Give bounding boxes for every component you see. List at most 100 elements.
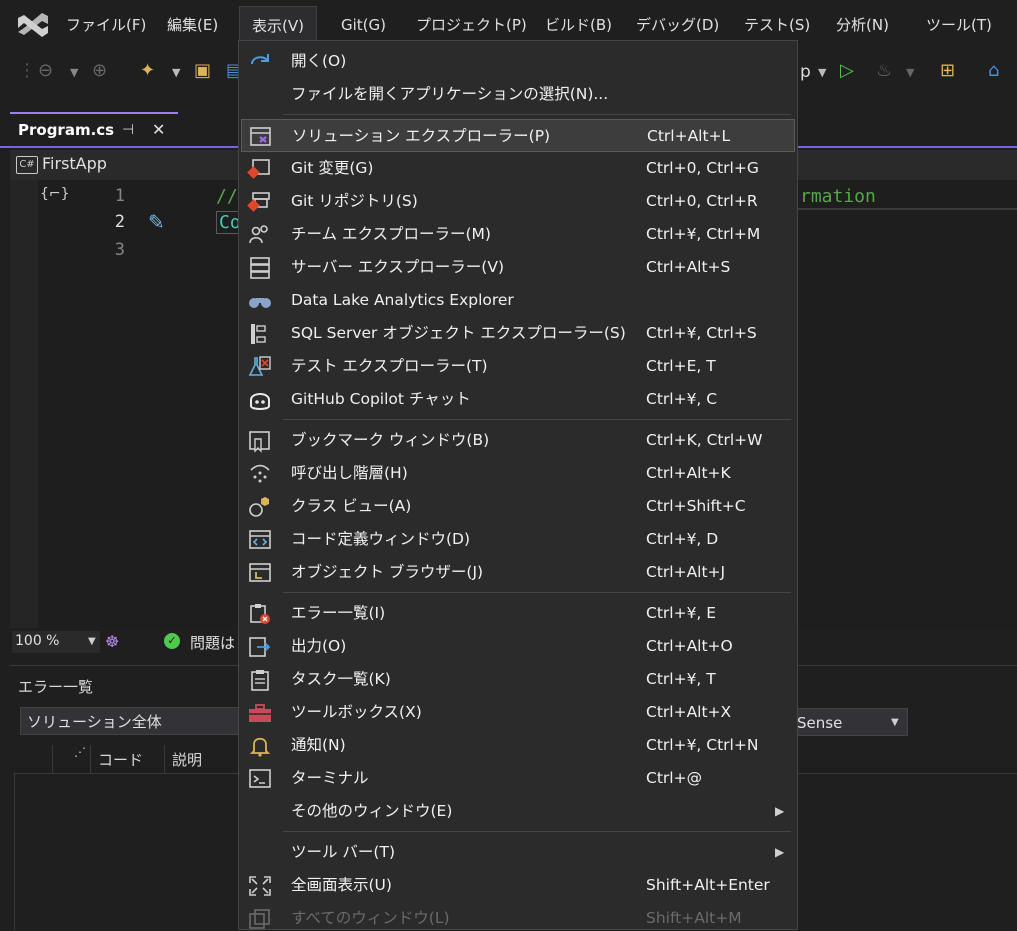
tab-title: Program.cs [18, 121, 115, 139]
menu-item[interactable]: SQL Server オブジェクト エクスプローラー(S) Ctrl+¥, Ctr… [241, 317, 795, 350]
binoculars-icon [247, 289, 273, 313]
back-dropdown-icon[interactable]: ▼ [70, 66, 78, 79]
menu-item[interactable]: コード定義ウィンドウ(D) Ctrl+¥, D [241, 523, 795, 556]
menu-item-shortcut: Ctrl+Shift+C [646, 497, 746, 515]
menu-file[interactable]: ファイル(F) [54, 6, 158, 44]
menu-item[interactable]: 全画面表示(U) Shift+Alt+Enter [241, 869, 795, 902]
menu-item-shortcut: Ctrl+Alt+X [646, 703, 732, 721]
menu-item-label: コード定義ウィンドウ(D) [291, 530, 471, 548]
run-target-label[interactable]: p [800, 62, 811, 82]
menu-item[interactable]: ツール バー(T) ▶ [241, 836, 795, 869]
menu-item-shortcut: Ctrl+Alt+S [646, 258, 731, 276]
run-target-dropdown-icon[interactable]: ▼ [818, 66, 826, 79]
hot-reload-icon[interactable]: ♨ [876, 60, 892, 81]
error-list-title: エラー一覧 [18, 678, 94, 696]
menu-item[interactable]: ターミナル Ctrl+@ [241, 762, 795, 795]
menu-item-shortcut: Ctrl+K, Ctrl+W [646, 431, 763, 449]
menu-analyze[interactable]: 分析(N) [824, 6, 901, 44]
menu-item-label: 通知(N) [291, 736, 346, 754]
menu-edit[interactable]: 編集(E) [155, 6, 230, 44]
error-list-icon [247, 602, 273, 626]
column-divider [90, 745, 91, 773]
menu-item-shortcut: Ctrl+¥, D [646, 530, 719, 548]
menu-item[interactable]: その他のウィンドウ(E) ▶ [241, 795, 795, 828]
menu-item[interactable]: ツールボックス(X) Ctrl+Alt+X [241, 696, 795, 729]
scope-icon: {⌐} [40, 186, 70, 202]
menu-item-label: ブックマーク ウィンドウ(B) [291, 431, 490, 449]
current-line-border [798, 208, 1017, 210]
column-code[interactable]: コード [98, 749, 143, 770]
zoom-dropdown-icon: ▼ [88, 636, 96, 647]
tab-program-cs[interactable]: Program.cs ⊣ ✕ [10, 112, 178, 148]
menu-item[interactable]: チーム エクスプローラー(M) Ctrl+¥, Ctrl+M [241, 218, 795, 251]
home-icon[interactable]: ⌂ [988, 60, 999, 81]
intellicode-icon[interactable]: ☸ [105, 632, 119, 651]
column-filter-icon[interactable]: ⋰ [74, 745, 86, 759]
menu-item[interactable]: Data Lake Analytics Explorer [241, 284, 795, 317]
menu-item-shortcut: Ctrl+Alt+J [646, 563, 726, 581]
menu-test[interactable]: テスト(S) [732, 6, 822, 44]
find-in-files-icon[interactable]: ⊞ [940, 60, 955, 81]
test-explorer-icon [247, 355, 273, 379]
menu-item-label: GitHub Copilot チャット [291, 390, 471, 408]
menu-item-shortcut: Ctrl+0, Ctrl+R [646, 192, 758, 210]
issues-status-text[interactable]: 問題は [190, 632, 235, 653]
menu-tools[interactable]: ツール(T) [914, 6, 1004, 44]
menu-item-shortcut: Ctrl+¥, T [646, 670, 716, 688]
menu-item-shortcut: Ctrl+¥, Ctrl+N [646, 736, 759, 754]
zoom-combo[interactable]: 100 % ▼ [12, 631, 100, 653]
sql-object-explorer-icon [247, 322, 273, 346]
new-item-icon[interactable]: ✦ [140, 60, 155, 81]
back-icon[interactable]: ⊖ [38, 60, 53, 81]
new-item-dropdown-icon[interactable]: ▼ [172, 66, 180, 79]
bell-icon [247, 734, 273, 758]
menu-item-shortcut: Ctrl+¥, C [646, 390, 718, 408]
menu-build[interactable]: ビルド(B) [533, 6, 624, 44]
menu-item-shortcut: Ctrl+0, Ctrl+G [646, 159, 759, 177]
menu-item-label: ソリューション エクスプローラー(P) [292, 127, 551, 145]
open-folder-icon[interactable]: ▣ [194, 60, 211, 81]
error-scope-combo[interactable]: ソリューション全体 [20, 707, 248, 735]
menu-item[interactable]: オブジェクト ブラウザー(J) Ctrl+Alt+J [241, 556, 795, 589]
column-divider [52, 745, 53, 773]
menu-item[interactable]: GitHub Copilot チャット Ctrl+¥, C [241, 383, 795, 416]
close-icon[interactable]: ✕ [152, 120, 165, 139]
run-icon[interactable]: ▷ [840, 60, 854, 81]
menu-item-shortcut: Ctrl+¥, Ctrl+M [646, 225, 761, 243]
menu-item[interactable]: Git 変更(G) Ctrl+0, Ctrl+G [241, 152, 795, 185]
grid-left-border [14, 773, 15, 930]
menu-project[interactable]: プロジェクト(P) [404, 6, 539, 44]
menu-item-label: 呼び出し階層(H) [291, 464, 408, 482]
menu-item[interactable]: ブックマーク ウィンドウ(B) Ctrl+K, Ctrl+W [241, 424, 795, 457]
column-description[interactable]: 説明 [172, 749, 202, 770]
menu-item[interactable]: ソリューション エクスプローラー(P) Ctrl+Alt+L [241, 119, 795, 152]
menu-item[interactable]: ファイルを開くアプリケーションの選択(N)... [241, 78, 795, 111]
nav-project-name[interactable]: FirstApp [42, 154, 107, 173]
code-line1-comment-end: rmation [800, 186, 876, 207]
forward-icon[interactable]: ⊕ [92, 60, 107, 81]
error-source-combo[interactable]: Sense ▼ [790, 708, 908, 736]
menu-item[interactable]: 通知(N) Ctrl+¥, Ctrl+N [241, 729, 795, 762]
menu-debug[interactable]: デバッグ(D) [624, 6, 731, 44]
pin-icon[interactable]: ⊣ [122, 122, 134, 138]
submenu-arrow-icon: ▶ [775, 804, 785, 818]
error-source-dropdown-icon: ▼ [891, 717, 899, 728]
menu-item[interactable]: タスク一覧(K) Ctrl+¥, T [241, 663, 795, 696]
hot-reload-dropdown-icon[interactable]: ▼ [906, 66, 914, 79]
menu-git[interactable]: Git(G) [329, 6, 398, 44]
menu-item[interactable]: 開く(O) [241, 45, 795, 78]
bookmark-window-icon [247, 429, 273, 453]
menu-item[interactable]: テスト エクスプローラー(T) Ctrl+E, T [241, 350, 795, 383]
menu-item[interactable]: 出力(O) Ctrl+Alt+O [241, 630, 795, 663]
visual-studio-logo-icon[interactable] [16, 10, 50, 40]
menu-separator [283, 114, 791, 115]
quick-actions-screwdriver-icon[interactable]: ✎ [148, 210, 165, 234]
menu-item[interactable]: クラス ビュー(A) Ctrl+Shift+C [241, 490, 795, 523]
menu-item-label: チーム エクスプローラー(M) [291, 225, 491, 243]
menu-item[interactable]: サーバー エクスプローラー(V) Ctrl+Alt+S [241, 251, 795, 284]
menu-item[interactable]: 呼び出し階層(H) Ctrl+Alt+K [241, 457, 795, 490]
column-divider [164, 745, 165, 773]
menu-item[interactable]: エラー一覧(I) Ctrl+¥, E [241, 597, 795, 630]
menu-item[interactable]: Git リポジトリ(S) Ctrl+0, Ctrl+R [241, 185, 795, 218]
menu-item-shortcut: Ctrl+¥, Ctrl+S [646, 324, 757, 342]
